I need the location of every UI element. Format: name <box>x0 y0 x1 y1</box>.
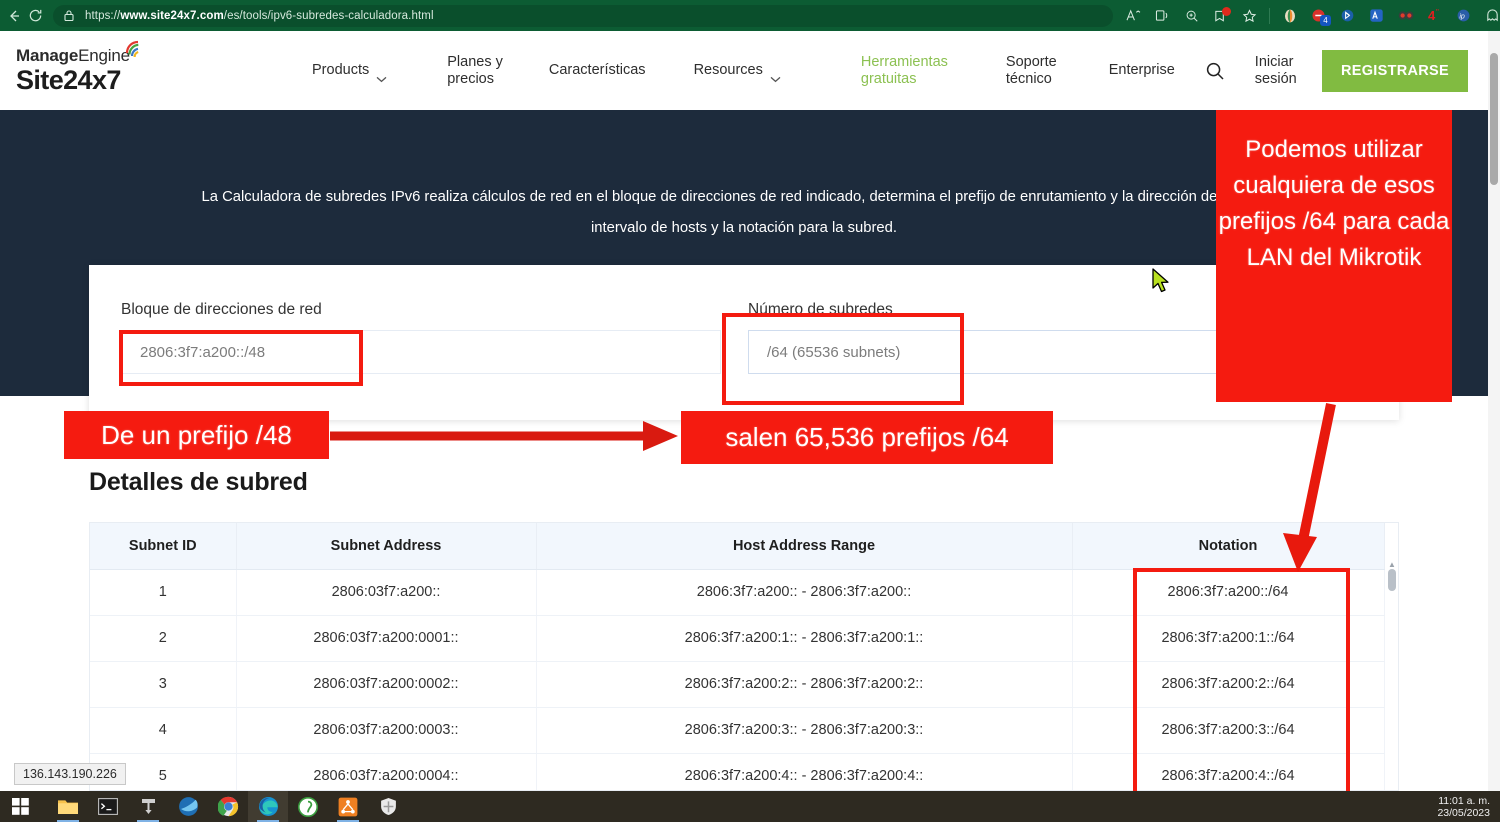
column-header-notation[interactable]: Notation <box>1072 523 1384 569</box>
annotation-rect-network-block <box>119 330 363 386</box>
chevron-down-icon <box>376 54 387 88</box>
extension-translate-icon[interactable] <box>1363 4 1390 28</box>
cell-subnet-id: 2 <box>90 615 236 661</box>
start-windows-icon[interactable] <box>0 791 40 822</box>
extension-adblock-icon[interactable]: 4 <box>1305 4 1332 28</box>
windows-taskbar: 11:01 a. m. 23/05/2023 <box>0 791 1500 822</box>
zoom-icon[interactable] <box>1178 4 1205 28</box>
nav-item-pricing[interactable]: Planes y precios <box>447 54 503 88</box>
site-header: ManageEngine Site24x7 Products <box>0 31 1488 110</box>
nav-item-free-tools[interactable]: Herramientas gratuitas <box>861 54 948 88</box>
cell-host-range: 2806:3f7:a200:1:: - 2806:3f7:a200:1:: <box>536 615 1072 661</box>
clock-time: 11:01 a. m. <box>1437 795 1490 807</box>
signup-button[interactable]: REGISTRARSE <box>1322 50 1468 92</box>
annotation-rect-subnet-count <box>722 313 964 405</box>
site24x7-logo[interactable]: ManageEngine Site24x7 <box>16 46 216 96</box>
immersive-reader-icon[interactable] <box>1149 4 1176 28</box>
extension-bluetooth-icon[interactable] <box>1334 4 1361 28</box>
status-tooltip: 136.143.190.226 <box>14 763 126 785</box>
toolbar-divider <box>1269 8 1270 24</box>
browser-blue-icon[interactable] <box>168 791 208 822</box>
back-arrow-icon[interactable] <box>6 3 22 29</box>
scroll-up-arrow-icon[interactable]: ▲ <box>1388 561 1396 569</box>
adblock-count-badge: 4 <box>1320 15 1331 26</box>
favorites-icon[interactable] <box>1236 4 1263 28</box>
table-head: Subnet ID Subnet Address Host Address Ra… <box>90 523 1384 569</box>
app-orange-network-icon[interactable] <box>328 791 368 822</box>
annotation-note-prefix-48: De un prefijo /48 <box>64 411 329 459</box>
microsoft-edge-icon[interactable] <box>248 791 288 822</box>
cell-host-range: 2806:3f7:a200:4:: - 2806:3f7:a200:4:: <box>536 753 1072 791</box>
collections-icon[interactable] <box>1207 4 1234 28</box>
page-title: Detalles de subred <box>89 468 308 497</box>
cell-subnet-address: 2806:03f7:a200:0002:: <box>236 661 536 707</box>
cell-subnet-id: 4 <box>90 707 236 753</box>
nav-label: Resources <box>694 62 763 79</box>
main-navigation: Products Planes y precios Característica… <box>252 54 1322 88</box>
manageengine-wordmark: ManageEngine <box>16 46 130 66</box>
screen: https://www.site24x7.com/es/tools/ipv6-s… <box>0 0 1500 822</box>
nav-item-products[interactable]: Products <box>312 54 387 88</box>
notification-badge <box>1222 7 1231 16</box>
taskbar-clock[interactable]: 11:01 a. m. 23/05/2023 <box>1437 795 1490 819</box>
svg-text:ip: ip <box>1459 14 1465 21</box>
site24x7-wordmark: Site24x7 <box>16 65 216 96</box>
svg-text:4: 4 <box>1428 8 1436 23</box>
extension-ip-icon[interactable]: ip <box>1450 4 1477 28</box>
cell-subnet-address: 2806:03f7:a200:0003:: <box>236 707 536 753</box>
table-header-row: Subnet ID Subnet Address Host Address Ra… <box>90 523 1384 569</box>
file-explorer-icon[interactable] <box>48 791 88 822</box>
read-aloud-icon[interactable] <box>1120 4 1147 28</box>
nav-item-features[interactable]: Características <box>549 62 646 79</box>
extension-redeyes-icon[interactable] <box>1392 4 1419 28</box>
lock-icon <box>63 9 77 23</box>
cell-host-range: 2806:3f7:a200:3:: - 2806:3f7:a200:3:: <box>536 707 1072 753</box>
nav-item-enterprise[interactable]: Enterprise <box>1109 62 1175 79</box>
address-bar-url: https://www.site24x7.com/es/tools/ipv6-s… <box>85 10 434 22</box>
extension-four-icon[interactable]: 4" <box>1421 4 1448 28</box>
browser-toolbar-icons: 4 4" ip <box>1119 4 1500 28</box>
extension-vpn-icon[interactable] <box>1276 4 1303 28</box>
clock-date: 23/05/2023 <box>1437 807 1490 819</box>
terminal-icon[interactable] <box>88 791 128 822</box>
column-header-subnet-address[interactable]: Subnet Address <box>236 523 536 569</box>
nav-item-support[interactable]: Soporte técnico <box>1006 54 1057 88</box>
app-shield-icon[interactable] <box>368 791 408 822</box>
column-header-subnet-id[interactable]: Subnet ID <box>90 523 236 569</box>
search-icon[interactable] <box>1205 61 1225 81</box>
login-link[interactable]: Iniciar sesión <box>1255 54 1297 88</box>
nav-item-resources[interactable]: Resources <box>694 54 781 88</box>
cell-host-range: 2806:3f7:a200:2:: - 2806:3f7:a200:2:: <box>536 661 1072 707</box>
cell-host-range: 2806:3f7:a200:: - 2806:3f7:a200:: <box>536 569 1072 615</box>
annotation-note-mikrotik: Podemos utilizar cualquiera de esos pref… <box>1216 110 1452 402</box>
reload-icon[interactable] <box>28 3 43 29</box>
page-scrollbar-thumb[interactable] <box>1490 53 1498 185</box>
annotation-note-prefix-64-count: salen 65,536 prefijos /64 <box>681 411 1053 464</box>
cell-subnet-address: 2806:03f7:a200:: <box>236 569 536 615</box>
column-header-host-address-range[interactable]: Host Address Range <box>536 523 1072 569</box>
cell-subnet-id: 3 <box>90 661 236 707</box>
cell-subnet-address: 2806:03f7:a200:0001:: <box>236 615 536 661</box>
winbox-icon[interactable] <box>128 791 168 822</box>
table-scrollbar[interactable]: ▲ <box>1388 561 1396 783</box>
nav-label: Products <box>312 62 369 79</box>
annotation-rect-notation-column <box>1133 568 1350 811</box>
manageengine-swirl-icon <box>124 38 146 63</box>
address-bar[interactable]: https://www.site24x7.com/es/tools/ipv6-s… <box>53 5 1113 27</box>
google-chrome-icon[interactable] <box>208 791 248 822</box>
svg-text:": " <box>1436 8 1439 17</box>
chevron-down-icon <box>770 54 781 88</box>
app-green-circle-icon[interactable] <box>288 791 328 822</box>
table-scrollbar-thumb[interactable] <box>1388 569 1396 591</box>
extension-ghostery-icon[interactable] <box>1479 4 1500 28</box>
mouse-cursor <box>1152 268 1172 299</box>
cell-subnet-id: 1 <box>90 569 236 615</box>
network-block-label: Bloque de direcciones de red <box>121 301 721 319</box>
browser-toolbar: https://www.site24x7.com/es/tools/ipv6-s… <box>0 0 1500 31</box>
cell-subnet-address: 2806:03f7:a200:0004:: <box>236 753 536 791</box>
page-scrollbar[interactable] <box>1488 31 1500 791</box>
